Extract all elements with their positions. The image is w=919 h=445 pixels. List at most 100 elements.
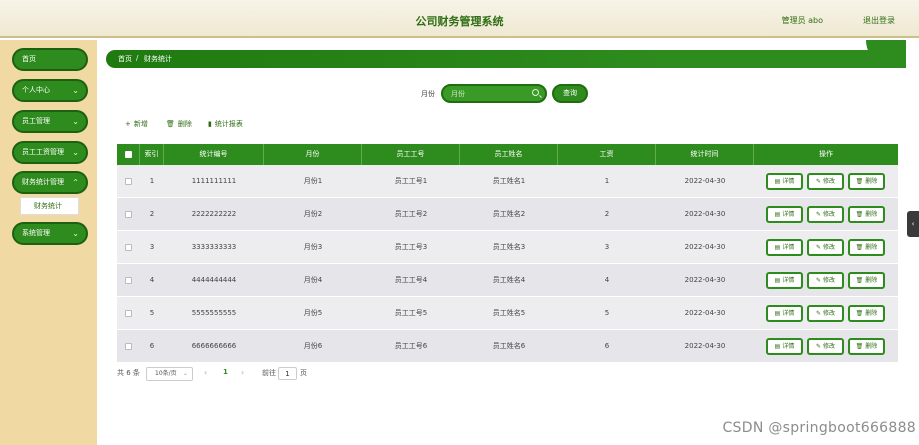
row-checkbox[interactable] [125, 178, 132, 185]
sidebar-item-home[interactable]: 首页 [12, 48, 88, 71]
detail-row-button[interactable]: ▤ 详情 [766, 173, 803, 190]
pencil-icon: ✎ [815, 211, 821, 218]
cell-time: 2022-04-30 [684, 276, 726, 284]
add-button-label: 新增 [133, 120, 148, 128]
edit-row-button-label: 修改 [823, 211, 836, 218]
cell-code: 4444444444 [191, 276, 237, 284]
edit-row-button[interactable]: ✎ 修改 [807, 173, 844, 190]
cell-emp-no: 员工工号2 [394, 210, 428, 218]
document-icon: ▤ [774, 343, 781, 350]
header-operations: 操作 [819, 150, 833, 158]
cell-month: 月份1 [303, 177, 323, 185]
breadcrumb-home[interactable]: 首页 [118, 54, 132, 64]
watermark: CSDN @springboot666888 [722, 420, 916, 436]
delete-row-button[interactable]: 🗑 删除 [848, 206, 885, 223]
pagination-total: 共 6 条 [117, 369, 140, 377]
row-checkbox[interactable] [125, 343, 132, 350]
edit-row-button[interactable]: ✎ 修改 [807, 338, 844, 355]
sidebar-item-label: 员工管理 [22, 117, 50, 125]
pencil-icon: ✎ [815, 310, 821, 317]
cell-salary: 5 [604, 309, 610, 317]
select-all-checkbox[interactable] [125, 151, 132, 158]
cell-month: 月份3 [303, 243, 323, 251]
sidebar-item-salary-management[interactable]: 员工工资管理 ⌄ [12, 141, 88, 164]
trash-icon: 🗑 [855, 310, 864, 317]
edit-row-button-label: 修改 [823, 310, 836, 317]
delete-row-button[interactable]: 🗑 删除 [848, 305, 885, 322]
detail-row-button[interactable]: ▤ 详情 [766, 305, 803, 322]
search-icon [532, 89, 539, 96]
document-icon: ▤ [774, 178, 781, 185]
sidebar-item-label: 个人中心 [22, 86, 50, 94]
cell-code: 6666666666 [191, 342, 237, 350]
delete-button[interactable]: 🗑 删除 [166, 119, 192, 129]
cell-emp-name: 员工姓名2 [492, 210, 526, 218]
row-checkbox[interactable] [125, 310, 132, 317]
detail-row-button-label: 详情 [782, 244, 795, 251]
row-checkbox[interactable] [125, 277, 132, 284]
detail-row-button[interactable]: ▤ 详情 [766, 206, 803, 223]
cell-salary: 3 [604, 243, 610, 251]
pencil-icon: ✎ [815, 277, 821, 284]
pencil-icon: ✎ [815, 343, 821, 350]
cell-month: 月份5 [303, 309, 323, 317]
detail-row-button[interactable]: ▤ 详情 [766, 338, 803, 355]
plus-icon: + [125, 120, 131, 128]
report-button[interactable]: ▮ 统计报表 [208, 119, 243, 129]
sidebar-item-label: 首页 [22, 55, 36, 63]
edit-row-button-label: 修改 [823, 343, 836, 350]
cell-salary: 1 [604, 177, 610, 185]
row-checkbox[interactable] [125, 211, 132, 218]
side-panel-toggle[interactable]: ‹ [907, 211, 919, 237]
trash-icon: 🗑 [855, 277, 864, 284]
header-employee-name: 员工姓名 [460, 144, 558, 165]
detail-row-button[interactable]: ▤ 详情 [766, 272, 803, 289]
header-stat-time: 统计时间 [656, 144, 754, 165]
delete-row-button[interactable]: 🗑 删除 [848, 239, 885, 256]
prev-page-arrow-icon[interactable]: ‹ [204, 368, 207, 377]
chevron-down-icon: ⌄ [182, 370, 188, 377]
admin-label: 管理员 abo [781, 16, 823, 25]
edit-row-button[interactable]: ✎ 修改 [807, 206, 844, 223]
query-button[interactable]: 查询 [552, 84, 588, 103]
detail-row-button[interactable]: ▤ 详情 [766, 239, 803, 256]
add-button[interactable]: + 新增 [125, 119, 148, 129]
logout-link[interactable]: 退出登录 [863, 15, 895, 26]
header-month: 月份 [264, 144, 362, 165]
goto-page-input[interactable] [278, 367, 297, 380]
cell-emp-no: 员工工号5 [394, 309, 428, 317]
table-row: 5 5555555555 月份5 员工工号5 员工姓名5 5 2022-04-30 ▤ 详情 ✎ 修… [117, 297, 898, 330]
cell-emp-name: 员工姓名3 [492, 243, 526, 251]
edit-row-button[interactable]: ✎ 修改 [807, 272, 844, 289]
delete-row-button[interactable]: 🗑 删除 [848, 272, 885, 289]
submenu-item-finance-stats[interactable]: 财务统计 [20, 197, 79, 215]
cell-time: 2022-04-30 [684, 309, 726, 317]
next-page-arrow-icon[interactable]: › [241, 368, 244, 377]
delete-row-button-label: 删除 [865, 178, 878, 185]
page-size-select[interactable]: 10条/页 ⌄ [146, 367, 193, 381]
row-checkbox[interactable] [125, 244, 132, 251]
edit-row-button[interactable]: ✎ 修改 [807, 239, 844, 256]
table-row: 6 6666666666 月份6 员工工号6 员工姓名6 6 2022-04-30 ▤ 详情 ✎ 修… [117, 330, 898, 363]
sidebar-item-finance-stats-management[interactable]: 财务统计管理 ⌃ [12, 171, 88, 194]
current-page-number[interactable]: 1 [223, 368, 228, 376]
sidebar-item-system-management[interactable]: 系统管理 ⌄ [12, 222, 88, 245]
edit-row-button-label: 修改 [823, 277, 836, 284]
cell-emp-no: 员工工号4 [394, 276, 428, 284]
cell-salary: 6 [604, 342, 610, 350]
chevron-down-icon: ⌄ [72, 86, 79, 95]
delete-row-button[interactable]: 🗑 删除 [848, 173, 885, 190]
cell-code: 5555555555 [191, 309, 237, 317]
top-bar: 公司财务管理系统 管理员 abo 退出登录 [0, 0, 919, 38]
trash-icon: 🗑 [855, 211, 864, 218]
delete-row-button[interactable]: 🗑 删除 [848, 338, 885, 355]
sidebar-item-employee-management[interactable]: 员工管理 ⌄ [12, 110, 88, 133]
search-input[interactable] [451, 88, 531, 100]
cell-month: 月份2 [303, 210, 323, 218]
cell-time: 2022-04-30 [684, 243, 726, 251]
search-field[interactable] [441, 84, 547, 103]
cell-emp-name: 员工姓名4 [492, 276, 526, 284]
cell-index: 6 [149, 342, 155, 350]
edit-row-button[interactable]: ✎ 修改 [807, 305, 844, 322]
sidebar-item-personal-center[interactable]: 个人中心 ⌄ [12, 79, 88, 102]
